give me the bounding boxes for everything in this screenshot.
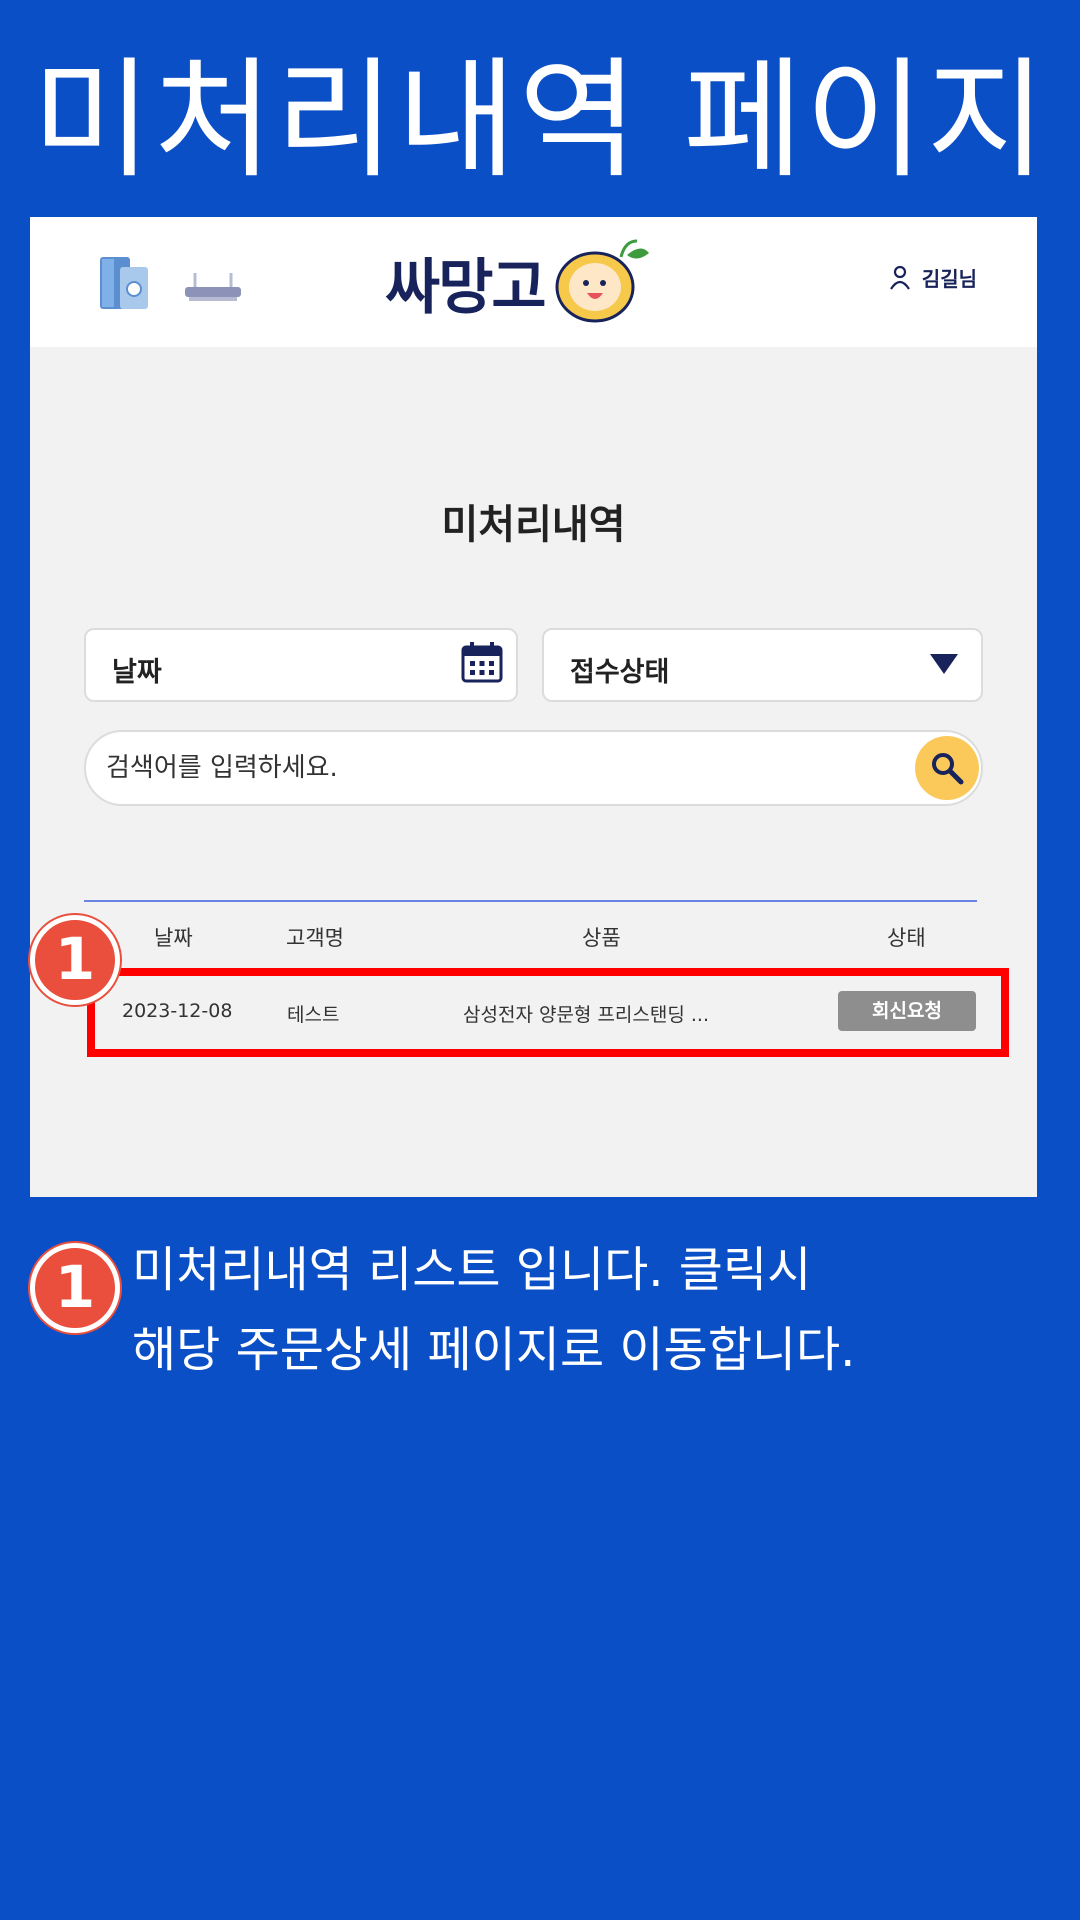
column-header-date: 날짜 xyxy=(154,926,193,950)
row-customer: 테스트 xyxy=(287,1004,340,1026)
row-product: 삼성전자 양문형 프리스탠딩 ... xyxy=(463,1004,709,1026)
table-divider xyxy=(84,900,977,902)
user-icon xyxy=(889,265,910,290)
annotation-description: 미처리내역 리스트 입니다. 클릭시 해당 주문상세 페이지로 이동합니다. xyxy=(132,1230,1032,1390)
user-name: 김길님 xyxy=(921,267,977,291)
date-filter-label: 날짜 xyxy=(112,657,162,688)
logo[interactable]: 싸망고 xyxy=(385,232,651,332)
annotation-marker: 1 xyxy=(30,915,120,1005)
status-filter-select[interactable]: 접수상태 xyxy=(542,628,983,702)
search-input[interactable] xyxy=(106,734,886,802)
search-bar xyxy=(84,730,983,806)
column-header-customer: 고객명 xyxy=(286,926,344,950)
search-button[interactable] xyxy=(915,736,979,800)
description-line-1: 미처리내역 리스트 입니다. 클릭시 xyxy=(132,1242,812,1298)
router-icon[interactable] xyxy=(183,269,243,305)
date-filter[interactable]: 날짜 xyxy=(84,628,518,702)
calendar-icon[interactable] xyxy=(460,640,504,684)
status-badge: 회신요청 xyxy=(838,991,976,1031)
app-screenshot: 싸망고 김길님 미처리내역 날짜 접수상태 검색어를 입력하세요. 날짜 고객명… xyxy=(30,217,1037,1197)
column-header-product: 상품 xyxy=(582,926,621,950)
section-title: 미처리내역 xyxy=(441,502,626,548)
description-marker: 1 xyxy=(30,1243,120,1333)
row-date: 2023-12-08 xyxy=(122,1000,233,1022)
dropdown-arrow-icon[interactable] xyxy=(929,652,959,676)
search-icon xyxy=(932,753,964,785)
status-filter-label: 접수상태 xyxy=(570,657,670,688)
mango-mascot-icon xyxy=(555,239,649,323)
page-title: 미처리내역 페이지 xyxy=(31,44,1049,196)
user-menu[interactable]: 김길님 xyxy=(888,263,977,292)
refrigerator-icon[interactable] xyxy=(98,255,150,311)
app-header: 싸망고 김길님 xyxy=(30,217,1037,347)
column-header-status: 상태 xyxy=(887,926,926,950)
description-line-2: 해당 주문상세 페이지로 이동합니다. xyxy=(132,1322,856,1378)
logo-text: 싸망고 xyxy=(385,252,547,323)
